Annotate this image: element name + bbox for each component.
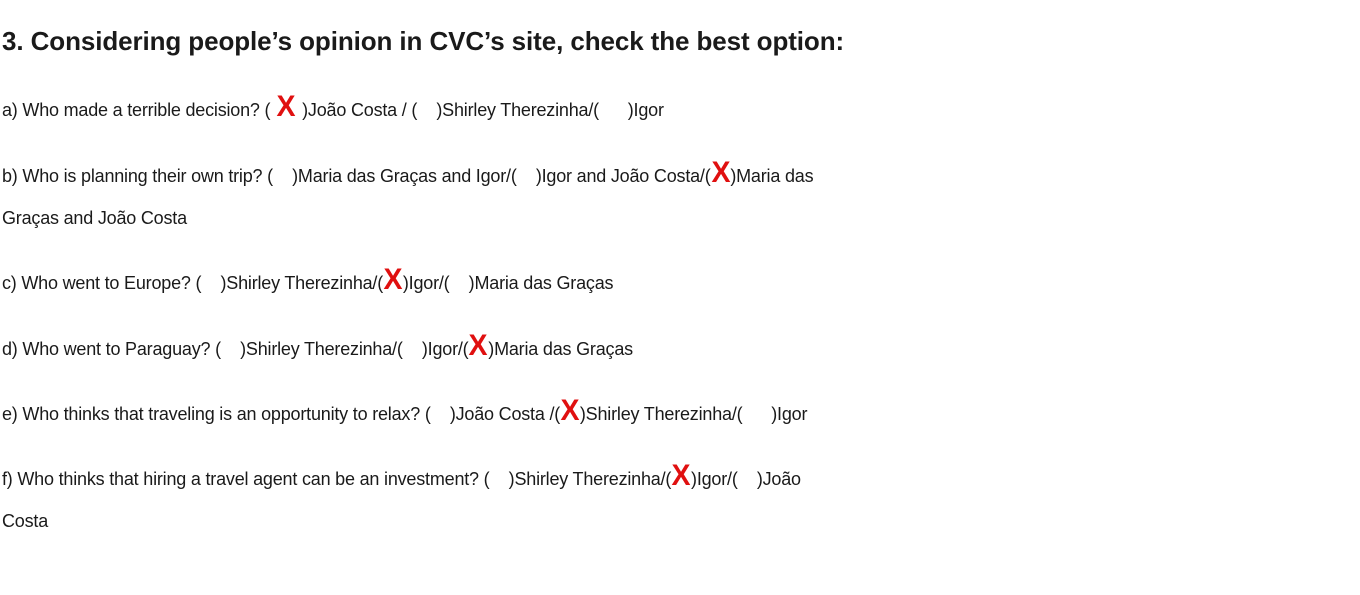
question-d: d) Who went to Paraguay? ( )Shirley Ther…	[2, 325, 1358, 370]
question-f-answer-mark: X	[671, 459, 691, 492]
question-a-prefix: a) Who made a terrible decision? (	[2, 100, 271, 120]
question-b-answer-mark: X	[711, 156, 730, 189]
question-b-prefix: b) Who is planning their own trip? ( )Ma…	[2, 166, 711, 186]
question-b: b) Who is planning their own trip? ( )Ma…	[2, 152, 1358, 239]
question-f-line-2: Costa	[2, 511, 49, 531]
question-f-suffix: )Igor/( )João	[691, 469, 801, 489]
question-e-suffix: )Shirley Therezinha/( )Igor	[579, 404, 808, 424]
question-f: f) Who thinks that hiring a travel agent…	[2, 455, 1358, 542]
question-c-suffix: )Igor/( )Maria das Graças	[402, 273, 614, 293]
question-f-line-1: f) Who thinks that hiring a travel agent…	[2, 455, 1358, 500]
question-a-options: )João Costa / ( )Shirley Therezinha/( )I…	[302, 100, 664, 120]
question-c: c) Who went to Europe? ( )Shirley Therez…	[2, 259, 1358, 304]
question-d-answer-mark: X	[468, 329, 488, 362]
question-a: a) Who made a terrible decision? (X )João…	[2, 86, 1358, 131]
question-e: e) Who thinks that traveling is an oppor…	[2, 390, 1358, 435]
question-f-prefix: f) Who thinks that hiring a travel agent…	[2, 469, 672, 489]
question-d-prefix: d) Who went to Paraguay? ( )Shirley Ther…	[2, 339, 469, 359]
question-b-line-1: b) Who is planning their own trip? ( )Ma…	[2, 152, 1358, 197]
worksheet-page: 3. Considering people’s opinion in CVC’s…	[0, 0, 1360, 595]
question-b-suffix: )Maria das	[730, 166, 814, 186]
question-title: 3. Considering people’s opinion in CVC’s…	[2, 26, 845, 56]
question-c-answer-mark: X	[383, 263, 403, 296]
question-e-answer-mark: X	[560, 394, 580, 427]
question-b-line-2: Graças and João Costa	[2, 208, 187, 228]
question-a-answer-mark: X	[276, 90, 296, 123]
question-d-suffix: )Maria das Graças	[488, 339, 633, 359]
question-c-prefix: c) Who went to Europe? ( )Shirley Therez…	[2, 273, 384, 293]
question-e-prefix: e) Who thinks that traveling is an oppor…	[2, 404, 561, 424]
